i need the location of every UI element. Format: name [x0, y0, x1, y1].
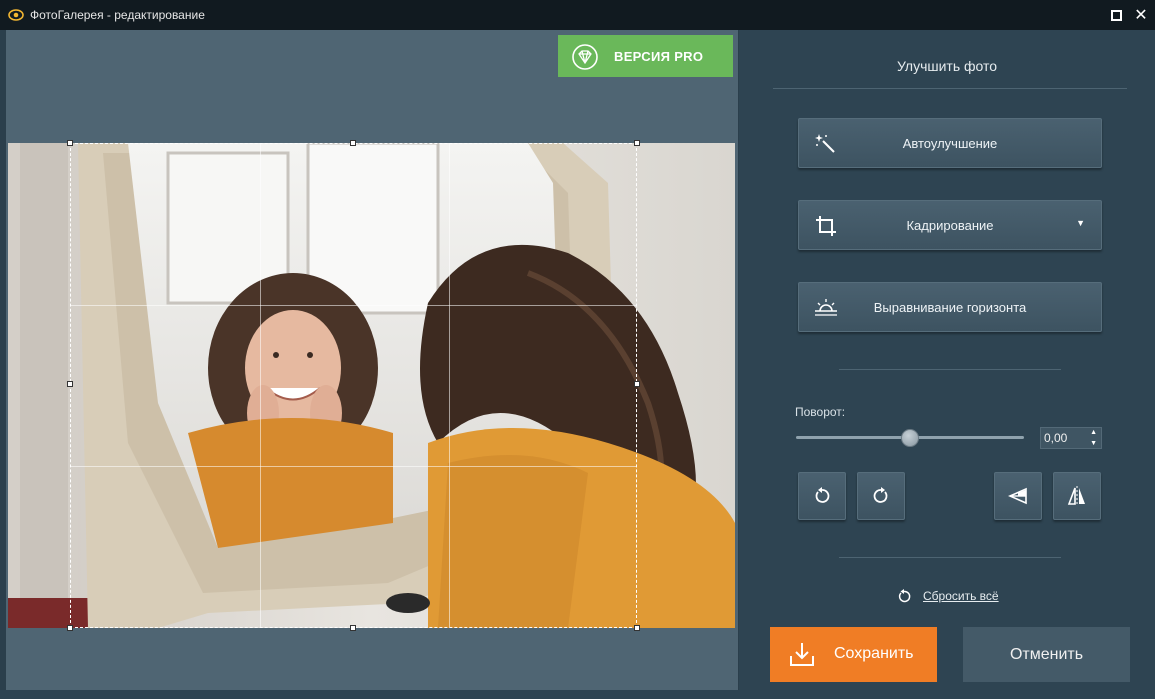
flip-vertical-icon: [1008, 487, 1027, 505]
divider: [773, 88, 1127, 89]
pro-version-button[interactable]: ВЕРСИЯ PRO: [558, 35, 733, 77]
maximize-button[interactable]: [1105, 4, 1127, 26]
close-icon: ✕: [1134, 7, 1148, 24]
rotation-label: Поворот:: [795, 405, 846, 419]
cancel-label: Отменить: [1009, 645, 1084, 663]
crop-grid-line: [449, 144, 450, 627]
rotation-spinbox[interactable]: 0,00 ▲ ▼: [1040, 427, 1102, 449]
rotation-value: 0,00: [1044, 431, 1068, 445]
crop-label: Кадрирование: [906, 217, 994, 233]
canvas-bottom-strip: [0, 690, 739, 699]
window-title: ФотоГалерея - редактирование: [30, 8, 205, 22]
reset-icon: [898, 589, 911, 603]
pro-version-label: ВЕРСИЯ PRO: [614, 49, 704, 64]
diamond-icon: [572, 44, 598, 70]
spin-down-icon[interactable]: ▼: [1090, 440, 1097, 447]
crop-handle-bottom-left[interactable]: [67, 625, 73, 631]
crop-grid-line: [71, 305, 636, 306]
crop-frame[interactable]: [70, 143, 637, 628]
crop-grid-line: [260, 144, 261, 627]
horizon-align-button[interactable]: Выравнивание горизонта: [798, 282, 1102, 332]
crop-button[interactable]: Кадрирование ▼: [798, 200, 1102, 250]
crop-handle-top-right[interactable]: [634, 140, 640, 146]
rotate-left-icon: [815, 487, 830, 503]
title-bar: ФотоГалерея - редактирование ✕: [0, 0, 1155, 30]
chevron-down-icon: ▼: [1076, 218, 1085, 228]
flip-horizontal-button[interactable]: [1053, 472, 1101, 520]
panel-title: Улучшить фото: [896, 58, 998, 74]
cancel-button[interactable]: Отменить: [963, 627, 1130, 682]
close-button[interactable]: ✕: [1130, 4, 1152, 26]
save-button[interactable]: Сохранить: [770, 627, 937, 682]
flip-horizontal-icon: [1067, 486, 1085, 506]
rotate-right-icon: [873, 487, 888, 503]
maximize-icon: [1110, 9, 1122, 21]
crop-handle-bottom[interactable]: [350, 625, 356, 631]
horizon-icon: [815, 299, 837, 316]
crop-handle-right[interactable]: [634, 381, 640, 387]
auto-enhance-label: Автоулучшение: [902, 135, 998, 151]
rotate-left-button[interactable]: [798, 472, 846, 520]
crop-handle-bottom-right[interactable]: [634, 625, 640, 631]
rotate-right-button[interactable]: [857, 472, 905, 520]
rotation-slider-thumb[interactable]: [901, 429, 919, 447]
divider: [839, 369, 1061, 370]
reset-all-label: Сбросить всё: [923, 589, 999, 603]
crop-handle-top-left[interactable]: [67, 140, 73, 146]
crop-icon: [816, 216, 836, 236]
download-icon: [790, 643, 814, 666]
auto-enhance-button[interactable]: Автоулучшение: [798, 118, 1102, 168]
flip-vertical-button[interactable]: [994, 472, 1042, 520]
spin-up-icon[interactable]: ▲: [1090, 429, 1097, 436]
crop-handle-left[interactable]: [67, 381, 73, 387]
horizon-align-label: Выравнивание горизонта: [873, 299, 1027, 315]
divider: [839, 557, 1061, 558]
save-label: Сохранить: [834, 645, 914, 662]
reset-all-link[interactable]: Сбросить всё: [897, 589, 999, 603]
magic-wand-icon: [815, 134, 835, 153]
crop-grid-line: [71, 466, 636, 467]
crop-handle-top[interactable]: [350, 140, 356, 146]
eye-icon: [8, 9, 24, 21]
